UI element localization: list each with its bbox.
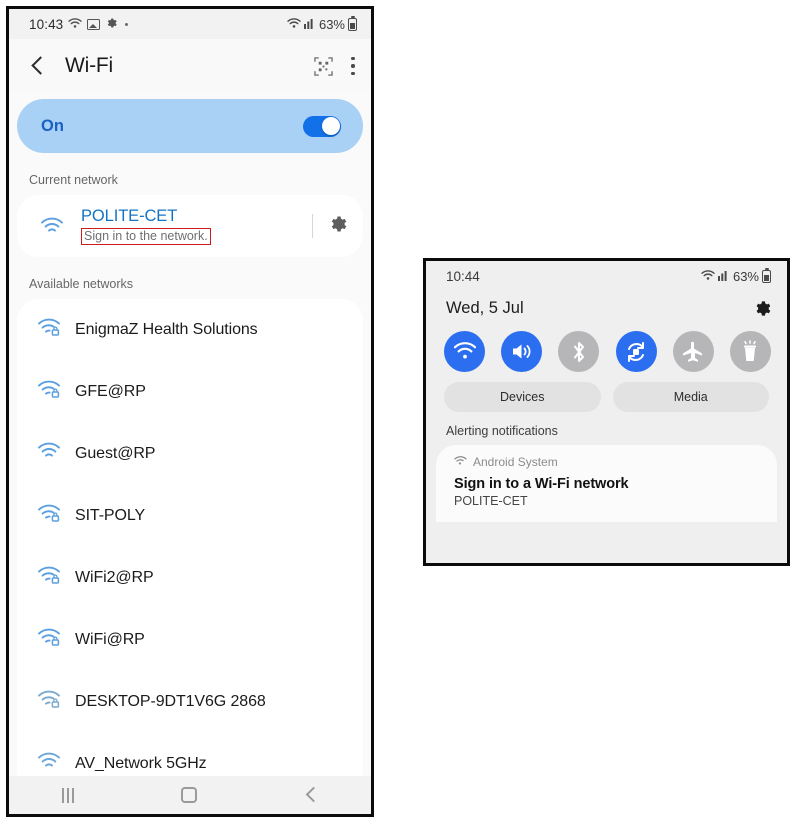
app-bar-actions	[314, 56, 355, 76]
current-network-card: POLITE-CET Sign in to the network.	[17, 195, 363, 257]
back-icon[interactable]	[304, 788, 318, 802]
media-button[interactable]: Media	[612, 382, 769, 412]
available-networks-header: Available networks	[29, 277, 133, 291]
network-ssid: GFE@RP	[75, 383, 146, 400]
wifi-icon	[37, 217, 67, 236]
quick-toggles	[426, 325, 787, 382]
available-networks-list: EnigmaZ Health Solutions GFE@RP Guest@RP…	[17, 299, 363, 795]
wifi-icon	[454, 455, 467, 469]
battery-icon	[348, 15, 357, 31]
network-ssid: WiFi2@RP	[75, 569, 154, 586]
sign-in-status: Sign in to the network.	[81, 228, 211, 245]
wifi-icon	[37, 442, 61, 466]
list-item[interactable]: GFE@RP	[17, 361, 363, 423]
network-ssid: WiFi@RP	[75, 631, 145, 648]
wifi-signal-icon	[701, 269, 715, 284]
quick-toggle-wifi[interactable]	[444, 331, 485, 372]
wifi-lock-icon	[37, 628, 61, 652]
status-bar: 10:43 63%	[9, 9, 371, 39]
battery-percent: 63%	[732, 268, 759, 284]
current-network-texts: POLITE-CET Sign in to the network.	[81, 207, 211, 245]
quick-settings-phone: 10:44 63% Wed, 5 Jul Devices Media Alert…	[423, 258, 790, 566]
wifi-toggle-switch[interactable]	[303, 115, 341, 137]
cellular-signal-icon	[303, 17, 316, 32]
network-ssid: DESKTOP-9DT1V6G 2868	[75, 693, 266, 710]
quick-toggle-auto-rotate[interactable]	[615, 331, 657, 372]
notification-card[interactable]: Android System Sign in to a Wi-Fi networ…	[436, 445, 777, 522]
current-network-row[interactable]: POLITE-CET Sign in to the network.	[17, 195, 363, 257]
wifi-settings-phone: 10:43 63% Wi-Fi On Current network POLIT…	[6, 6, 374, 817]
list-item[interactable]: SIT-POLY	[17, 485, 363, 547]
wifi-lock-icon	[37, 380, 61, 404]
back-icon[interactable]	[27, 55, 49, 77]
app-bar: Wi-Fi	[9, 39, 371, 93]
quick-toggle-flashlight[interactable]	[729, 331, 771, 372]
wifi-lock-icon	[37, 690, 61, 714]
status-bar-right: 63%	[701, 267, 771, 284]
image-icon	[87, 18, 101, 30]
status-time: 10:43	[29, 16, 64, 32]
recents-icon[interactable]	[62, 787, 75, 803]
current-network-ssid: POLITE-CET	[81, 207, 178, 225]
devices-button[interactable]: Devices	[444, 382, 601, 412]
current-network-actions	[312, 214, 347, 239]
gear-icon[interactable]	[327, 214, 347, 239]
network-ssid: AV_Network 5GHz	[75, 755, 207, 772]
current-network-header: Current network	[29, 173, 118, 187]
navigation-bar	[9, 776, 371, 814]
divider	[312, 214, 313, 238]
list-item[interactable]: WiFi@RP	[17, 609, 363, 671]
wifi-icon	[68, 17, 82, 32]
status-bar-right: 63%	[287, 15, 357, 32]
screenshot-canvas: 10:43 63% Wi-Fi On Current network POLIT…	[0, 0, 796, 821]
quick-toggle-airplane-mode[interactable]	[672, 331, 714, 372]
notification-body: POLITE-CET	[454, 494, 528, 508]
wifi-lock-icon	[37, 504, 61, 528]
status-bar-left: 10:43	[29, 16, 129, 32]
network-ssid: Guest@RP	[75, 445, 156, 462]
date-label: Wed, 5 Jul	[446, 298, 524, 317]
wifi-lock-icon	[37, 318, 61, 342]
status-bar: 10:44 63%	[426, 261, 787, 291]
network-ssid: EnigmaZ Health Solutions	[75, 321, 258, 338]
notification-title: Sign in to a Wi-Fi network	[454, 476, 629, 492]
quick-pills: Devices Media	[426, 382, 787, 412]
list-item[interactable]: DESKTOP-9DT1V6G 2868	[17, 671, 363, 733]
gear-icon	[105, 17, 117, 32]
dot-icon	[125, 22, 129, 26]
quick-toggle-sound[interactable]	[501, 331, 543, 372]
more-options-icon[interactable]	[351, 56, 355, 76]
toggle-knob	[321, 117, 340, 135]
home-icon[interactable]	[180, 787, 197, 803]
battery-icon	[762, 267, 771, 283]
wifi-signal-icon	[287, 17, 301, 32]
notification-app-name: Android System	[473, 455, 558, 469]
qr-scan-icon[interactable]	[314, 56, 333, 76]
notification-app-row: Android System	[454, 455, 761, 469]
alerting-notifications-header: Alerting notifications	[446, 424, 558, 438]
date-row: Wed, 5 Jul	[426, 291, 787, 325]
wifi-lock-icon	[37, 566, 61, 590]
list-item[interactable]: Guest@RP	[17, 423, 363, 485]
wifi-icon	[37, 752, 61, 776]
cellular-signal-icon	[717, 269, 730, 284]
quick-toggle-bluetooth[interactable]	[558, 331, 600, 372]
page-title: Wi-Fi	[65, 54, 113, 77]
list-item[interactable]: WiFi2@RP	[17, 547, 363, 609]
list-item[interactable]: EnigmaZ Health Solutions	[17, 299, 363, 361]
wifi-toggle-banner[interactable]: On	[17, 99, 363, 153]
wifi-state-label: On	[41, 116, 64, 135]
network-ssid: SIT-POLY	[75, 507, 146, 524]
gear-icon[interactable]	[752, 299, 771, 318]
status-time: 10:44	[446, 268, 480, 284]
battery-percent: 63%	[318, 16, 345, 32]
